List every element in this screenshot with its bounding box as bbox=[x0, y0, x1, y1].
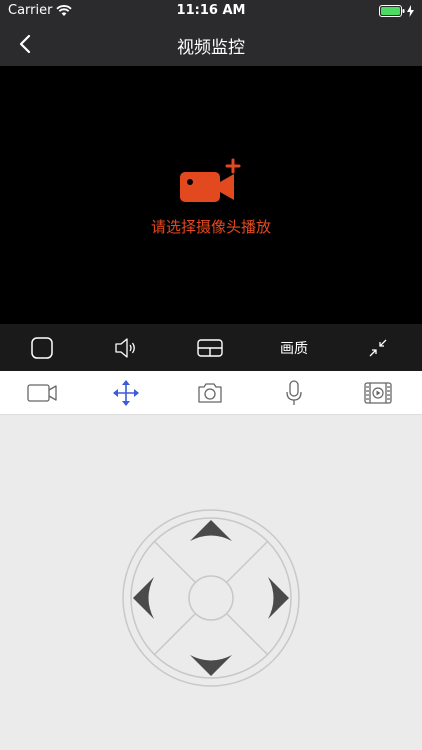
square-icon bbox=[31, 336, 53, 359]
film-playback-icon bbox=[364, 382, 392, 404]
tab-playback[interactable] bbox=[348, 371, 408, 415]
charging-icon bbox=[407, 5, 414, 17]
add-camera-icon[interactable] bbox=[178, 158, 244, 206]
ptz-direction-pad bbox=[122, 509, 300, 687]
tab-ptz[interactable] bbox=[96, 371, 156, 415]
exit-fullscreen-button[interactable] bbox=[348, 324, 408, 371]
function-tab-bar bbox=[0, 371, 422, 415]
move-arrows-icon bbox=[113, 380, 139, 406]
grid-icon bbox=[197, 338, 223, 357]
ptz-left-arrow-icon[interactable] bbox=[133, 577, 154, 619]
sound-button[interactable] bbox=[96, 324, 156, 371]
quality-button[interactable]: 画质 bbox=[264, 324, 324, 371]
video-player[interactable]: 请选择摄像头播放 bbox=[0, 66, 422, 324]
select-camera-hint: 请选择摄像头播放 bbox=[150, 218, 271, 236]
ptz-up-arrow-icon[interactable] bbox=[190, 520, 232, 541]
single-view-button[interactable] bbox=[12, 324, 72, 371]
microphone-icon bbox=[286, 380, 302, 405]
video-camera-icon bbox=[27, 384, 57, 402]
status-time: 11:16 AM bbox=[176, 3, 246, 18]
ptz-control-panel bbox=[0, 415, 422, 750]
quality-label: 画质 bbox=[280, 340, 308, 357]
ptz-right-arrow-icon[interactable] bbox=[268, 577, 289, 619]
nav-bar: 视频监控 bbox=[0, 22, 422, 66]
video-control-bar: 画质 bbox=[0, 324, 422, 371]
split-screen-button[interactable] bbox=[180, 324, 240, 371]
status-bar: Carrier 11:16 AM bbox=[0, 0, 422, 22]
battery-indicator bbox=[379, 5, 414, 17]
tab-record[interactable] bbox=[12, 371, 72, 415]
camera-icon bbox=[198, 383, 222, 403]
speaker-icon bbox=[115, 337, 135, 358]
tab-microphone[interactable] bbox=[264, 371, 324, 415]
battery-icon bbox=[379, 5, 405, 17]
ptz-down-arrow-icon[interactable] bbox=[190, 655, 232, 676]
shrink-icon bbox=[369, 339, 387, 356]
tab-snapshot[interactable] bbox=[180, 371, 240, 415]
page-title: 视频监控 bbox=[177, 38, 245, 58]
ptz-center-button[interactable] bbox=[188, 575, 234, 621]
